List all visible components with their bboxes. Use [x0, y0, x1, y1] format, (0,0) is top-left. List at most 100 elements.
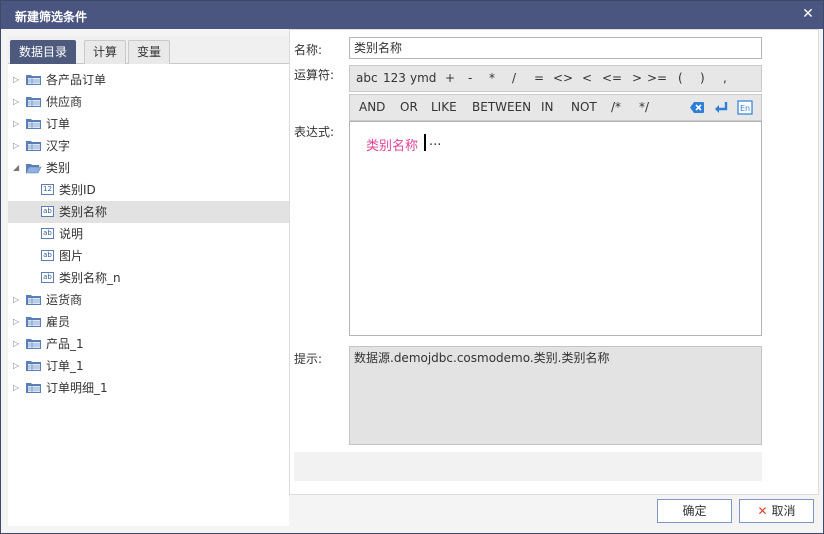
english-icon[interactable]: En: [737, 100, 753, 115]
tree-label: 汉字: [46, 139, 71, 153]
operator-button[interactable]: (: [678, 66, 683, 91]
table-folder-icon: [26, 119, 41, 129]
tree-label: 订单明细_1: [46, 381, 108, 395]
operator-button[interactable]: ymd: [410, 66, 436, 91]
tab-variables[interactable]: 变量: [128, 40, 171, 64]
tree-label: 类别名称: [59, 205, 108, 219]
operator-toolbar: abc 123 ymd + - * / = <> < <= > >= (),: [349, 65, 762, 92]
expression-panel: 名称: 类别名称 运算符: abc 123 ymd + - * / = <> < <= > >=(), …: [289, 29, 819, 495]
table-folder-icon: [26, 317, 41, 327]
cancel-icon: ✕: [757, 504, 768, 518]
text-field-icon: ab: [41, 250, 54, 261]
tree-field[interactable]: ab 图片: [8, 245, 289, 267]
expand-icon[interactable]: ▷: [13, 289, 23, 311]
collapse-icon[interactable]: ◢: [13, 157, 23, 179]
dialog-title: 新建筛选条件: [15, 10, 88, 24]
expand-icon[interactable]: ▷: [13, 69, 23, 91]
table-folder-icon: [26, 339, 41, 349]
logic-operator-button[interactable]: IN: [541, 95, 554, 120]
text-caret: [424, 134, 426, 151]
operator-button[interactable]: ,: [723, 66, 727, 91]
tree-folder[interactable]: ▷ 汉字: [8, 135, 289, 157]
logic-operator-button[interactable]: AND: [359, 95, 385, 120]
dialog-body: 数据目录 计算 变量 ▷ 各产品订单 ▷ 供应商 ▷ 订单 ▷ 汉字 ◢ 类别 12 类别ID ab 类别…: [1, 29, 823, 533]
tree-label: 订单_1: [46, 359, 84, 373]
table-folder-icon: [26, 361, 41, 371]
enter-icon[interactable]: [713, 100, 729, 115]
operator-button[interactable]: <=: [602, 66, 622, 91]
status-strip: [294, 452, 762, 481]
ok-button-label: 确定: [682, 504, 707, 518]
catalog-tree: ▷ 各产品订单 ▷ 供应商 ▷ 订单 ▷ 汉字 ◢ 类别 12 类别ID ab 类别名称 ab 说明 ab 图片 a…: [8, 65, 289, 526]
operator-button[interactable]: *: [489, 66, 495, 91]
operator-label: 运算符:: [294, 68, 335, 82]
name-input[interactable]: 类别名称: [349, 37, 762, 59]
expand-icon[interactable]: ▷: [13, 355, 23, 377]
operator-button[interactable]: -: [468, 66, 472, 91]
tree-folder[interactable]: ◢ 类别: [8, 157, 289, 179]
clear-icon[interactable]: [689, 100, 705, 115]
tree-label: 雇员: [46, 315, 71, 329]
tree-folder[interactable]: ▷ 供应商: [8, 91, 289, 113]
expression-suffix: ...: [429, 134, 442, 149]
logic-operator-button[interactable]: NOT: [571, 95, 597, 120]
tree-label: 产品_1: [46, 337, 84, 351]
tree-folder[interactable]: ▷ 订单明细_1: [8, 377, 289, 399]
tree-field[interactable]: ab 类别名称_n: [8, 267, 289, 289]
tree-label: 类别名称_n: [59, 271, 121, 285]
tree-folder[interactable]: ▷ 产品_1: [8, 333, 289, 355]
tree-label: 类别ID: [59, 183, 96, 197]
operator-button[interactable]: ): [700, 66, 705, 91]
hint-box: 数据源.demojdbc.cosmodemo.类别.类别名称: [349, 346, 762, 445]
expand-icon[interactable]: ▷: [13, 135, 23, 157]
expand-icon[interactable]: ▷: [13, 377, 23, 399]
operator-button[interactable]: 123: [383, 66, 406, 91]
open-folder-icon: [25, 164, 42, 174]
text-field-icon: ab: [41, 206, 54, 217]
tree-label: 图片: [59, 249, 84, 263]
tab-data-catalog[interactable]: 数据目录: [10, 40, 77, 64]
logic-operator-button[interactable]: BETWEEN: [472, 95, 531, 120]
ok-button[interactable]: 确定: [657, 499, 732, 523]
operator-button[interactable]: <>: [553, 66, 573, 91]
operator-button[interactable]: /: [512, 66, 516, 91]
logic-operator-button[interactable]: OR: [400, 95, 418, 120]
hint-label: 提示:: [294, 352, 323, 366]
cancel-button-label: 取消: [771, 504, 796, 518]
number-field-icon: 12: [41, 184, 54, 195]
table-folder-icon: [26, 141, 41, 151]
tree-folder[interactable]: ▷ 订单: [8, 113, 289, 135]
tree-folder[interactable]: ▷ 各产品订单: [8, 69, 289, 91]
operator-button[interactable]: >: [632, 66, 642, 91]
expand-icon[interactable]: ▷: [13, 311, 23, 333]
data-catalog-panel: 数据目录 计算 变量 ▷ 各产品订单 ▷ 供应商 ▷ 订单 ▷ 汉字 ◢ 类别 12 类别ID ab 类别…: [8, 36, 289, 526]
tree-folder[interactable]: ▷ 订单_1: [8, 355, 289, 377]
tab-calculation[interactable]: 计算: [84, 40, 127, 64]
tree-field[interactable]: 12 类别ID: [8, 179, 289, 201]
operator-button[interactable]: >=: [647, 66, 667, 91]
tree-field[interactable]: ab 类别名称: [8, 201, 289, 223]
tree-folder[interactable]: ▷ 雇员: [8, 311, 289, 333]
table-folder-icon: [26, 97, 41, 107]
close-icon[interactable]: ✕: [801, 7, 815, 21]
expand-icon[interactable]: ▷: [13, 91, 23, 113]
dialog-titlebar[interactable]: 新建筛选条件 ✕: [1, 1, 823, 29]
operator-button[interactable]: =: [534, 66, 544, 91]
cancel-button[interactable]: ✕ 取消: [739, 499, 814, 523]
operator-button[interactable]: <: [582, 66, 592, 91]
expand-icon[interactable]: ▷: [13, 333, 23, 355]
tree-folder[interactable]: ▷ 运货商: [8, 289, 289, 311]
operator-button[interactable]: abc: [356, 66, 378, 91]
svg-text:En: En: [740, 104, 750, 113]
table-folder-icon: [26, 75, 41, 85]
expand-icon[interactable]: ▷: [13, 113, 23, 135]
logic-operator-button[interactable]: */: [639, 95, 649, 120]
logic-operator-button[interactable]: /*: [611, 95, 621, 120]
operator-button[interactable]: +: [445, 66, 455, 91]
tree-field[interactable]: ab 说明: [8, 223, 289, 245]
expression-editor[interactable]: 类别名称 ...: [349, 121, 762, 336]
tree-label: 各产品订单: [46, 73, 107, 87]
logic-toolbar: En AND OR LIKE BETWEEN IN NOT /* */: [349, 94, 762, 121]
expression-label: 表达式:: [294, 125, 335, 139]
logic-operator-button[interactable]: LIKE: [431, 95, 457, 120]
